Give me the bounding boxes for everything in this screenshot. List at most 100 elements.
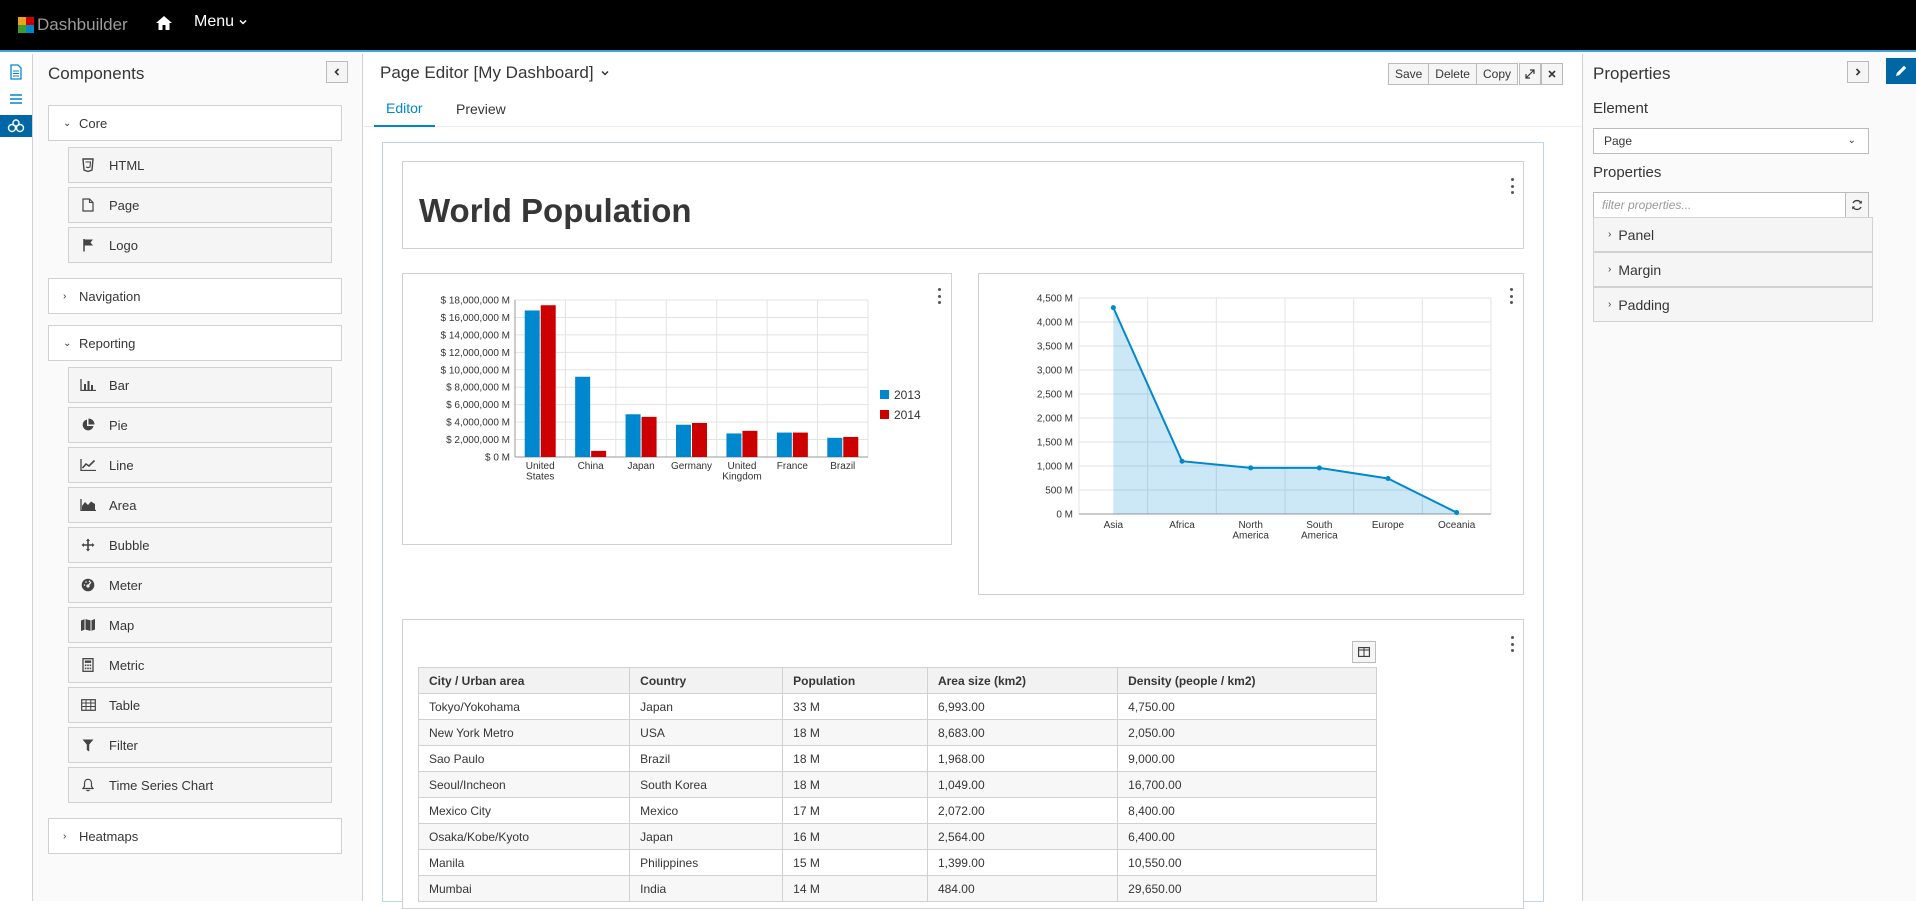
x-tick-label: United — [526, 461, 555, 472]
table-component[interactable]: City / Urban area Country Population Area s… — [402, 619, 1524, 909]
area-chart-component[interactable]: 4,500 M 4,000 M 3,500 M 3,000 M 2,500 M 2,000… — [978, 273, 1524, 595]
collapse-properties-button[interactable] — [1847, 61, 1869, 83]
component-bar[interactable]: Bar — [68, 367, 332, 403]
property-group-padding[interactable]: › Padding — [1593, 287, 1873, 322]
table-cell: Manila — [417, 849, 631, 876]
top-navbar: Dashbuilder Menu — [0, 0, 1916, 52]
component-label: Logo — [109, 237, 138, 253]
table-row[interactable]: Mexico City Mexico 17 M 2,072.00 8,400.00 — [417, 797, 1377, 824]
component-label: Page — [109, 197, 140, 213]
property-group-panel[interactable]: › Panel — [1593, 217, 1873, 252]
component-pie[interactable]: Pie — [68, 407, 332, 443]
element-select[interactable]: Page ⌄ — [1593, 128, 1869, 154]
table-cell: Osaka/Kobe/Kyoto — [417, 823, 631, 850]
main-menu-dropdown[interactable]: Menu — [194, 13, 248, 31]
bar-chart-component[interactable]: $ 18,000,000 M $ 16,000,000 M $ 14,000,000… — [402, 273, 952, 545]
component-label: Bubble — [109, 537, 150, 553]
table-cell: 8,400.00 — [1117, 797, 1377, 824]
component-html[interactable]: HTML — [68, 147, 332, 183]
legend-label: 2013 — [894, 388, 921, 402]
page-canvas: World Population $ 18,000,000 M $ 16,000,… — [382, 142, 1544, 909]
component-metric[interactable]: Metric — [68, 647, 332, 683]
table-cell: Mexico City — [417, 797, 631, 824]
component-map[interactable]: Map — [68, 607, 332, 643]
html5-icon — [79, 156, 97, 174]
bar-2013 — [575, 376, 591, 457]
columns-icon — [1358, 647, 1370, 657]
table-cell: 16 M — [782, 823, 928, 850]
table-cell: Seoul/Incheon — [417, 771, 631, 798]
bar-2014 — [843, 436, 859, 457]
component-line[interactable]: Line — [68, 447, 332, 483]
column-header[interactable]: City / Urban area — [417, 667, 631, 694]
column-header[interactable]: Density (people / km2) — [1117, 667, 1377, 694]
table-row[interactable]: Sao Paulo Brazil 18 M 1,968.00 9,000.00 — [417, 745, 1377, 772]
dashbuilder-logo-icon — [18, 17, 34, 33]
delete-button[interactable]: Delete — [1428, 63, 1477, 85]
table-cell: 18 M — [782, 745, 928, 772]
table-row[interactable]: Manila Philippines 15 M 1,399.00 10,550.00 — [417, 849, 1377, 876]
filter-properties-input[interactable]: filter properties... — [1593, 192, 1846, 218]
page-icon[interactable] — [0, 61, 32, 83]
list-icon[interactable] — [0, 88, 32, 110]
edit-mode-button[interactable] — [1886, 58, 1916, 84]
column-header[interactable]: Area size (km2) — [926, 667, 1119, 694]
element-label: Element — [1593, 100, 1649, 117]
table-row[interactable]: Seoul/Incheon South Korea 18 M 1,049.00 16,7… — [417, 771, 1377, 798]
area-chart-icon — [79, 496, 97, 514]
table-cell: 10,550.00 — [1117, 849, 1377, 876]
component-table[interactable]: Table — [68, 687, 332, 723]
refresh-button[interactable] — [1845, 192, 1869, 218]
tab-preview[interactable]: Preview — [444, 91, 518, 127]
table-cell: Japan — [629, 823, 784, 850]
component-page[interactable]: Page — [68, 187, 332, 223]
component-bubble[interactable]: Bubble — [68, 527, 332, 563]
home-icon[interactable] — [155, 14, 175, 34]
group-core[interactable]: ⌄ Core — [48, 105, 342, 141]
save-button[interactable]: Save — [1387, 63, 1430, 85]
component-time-series-chart[interactable]: Time Series Chart — [68, 767, 332, 803]
chevron-down-icon — [239, 19, 247, 25]
file-icon — [79, 196, 97, 214]
x-tick-label: United — [727, 461, 756, 472]
component-logo[interactable]: Logo — [68, 227, 332, 263]
component-label: Table — [109, 697, 141, 713]
table-cell: 1,399.00 — [926, 849, 1119, 876]
property-group-label: Padding — [1618, 296, 1670, 313]
x-tick-label: Europe — [1372, 520, 1405, 531]
component-meter[interactable]: Meter — [68, 567, 332, 603]
page-editor-title[interactable]: Page Editor [My Dashboard] — [380, 63, 610, 83]
table-row[interactable]: New York Metro USA 18 M 8,683.00 2,050.00 — [417, 719, 1377, 746]
property-group-margin[interactable]: › Margin — [1593, 252, 1873, 287]
html-component[interactable]: World Population — [402, 161, 1524, 249]
components-icon[interactable] — [0, 115, 32, 137]
bar-2013 — [776, 432, 792, 457]
filter-icon — [79, 736, 97, 754]
collapse-components-button[interactable] — [326, 61, 348, 83]
group-heatmaps[interactable]: › Heatmaps — [48, 818, 342, 854]
group-navigation[interactable]: › Navigation — [48, 278, 342, 314]
app-name: Dashbuilder — [37, 15, 128, 34]
table-row[interactable]: Osaka/Kobe/Kyoto Japan 16 M 2,564.00 6,400.0… — [417, 823, 1377, 850]
tab-editor[interactable]: Editor — [374, 91, 435, 127]
bar-2013 — [827, 437, 843, 457]
column-header[interactable]: Country — [629, 667, 784, 694]
close-button[interactable] — [1541, 63, 1563, 85]
app-logo[interactable]: Dashbuilder — [18, 14, 128, 36]
x-tick-label: Germany — [671, 461, 712, 472]
column-header[interactable]: Population — [782, 667, 928, 694]
kebab-menu-icon[interactable] — [1510, 636, 1514, 652]
maximize-button[interactable] — [1519, 63, 1541, 85]
table-cell: 33 M — [782, 693, 928, 720]
component-label: Meter — [109, 577, 143, 593]
kebab-menu-icon[interactable] — [1510, 178, 1514, 194]
component-area[interactable]: Area — [68, 487, 332, 523]
table-row[interactable]: Tokyo/Yokohama Japan 33 M 6,993.00 4,750.00 — [417, 693, 1377, 720]
data-point — [1385, 475, 1391, 481]
group-reporting[interactable]: ⌄ Reporting — [48, 325, 342, 361]
copy-button[interactable]: Copy — [1475, 63, 1518, 85]
component-filter[interactable]: Filter — [68, 727, 332, 763]
column-picker-button[interactable] — [1352, 641, 1376, 663]
close-icon — [1548, 70, 1556, 78]
table-row[interactable]: Mumbai India 14 M 484.00 29,650.00 — [417, 875, 1377, 902]
